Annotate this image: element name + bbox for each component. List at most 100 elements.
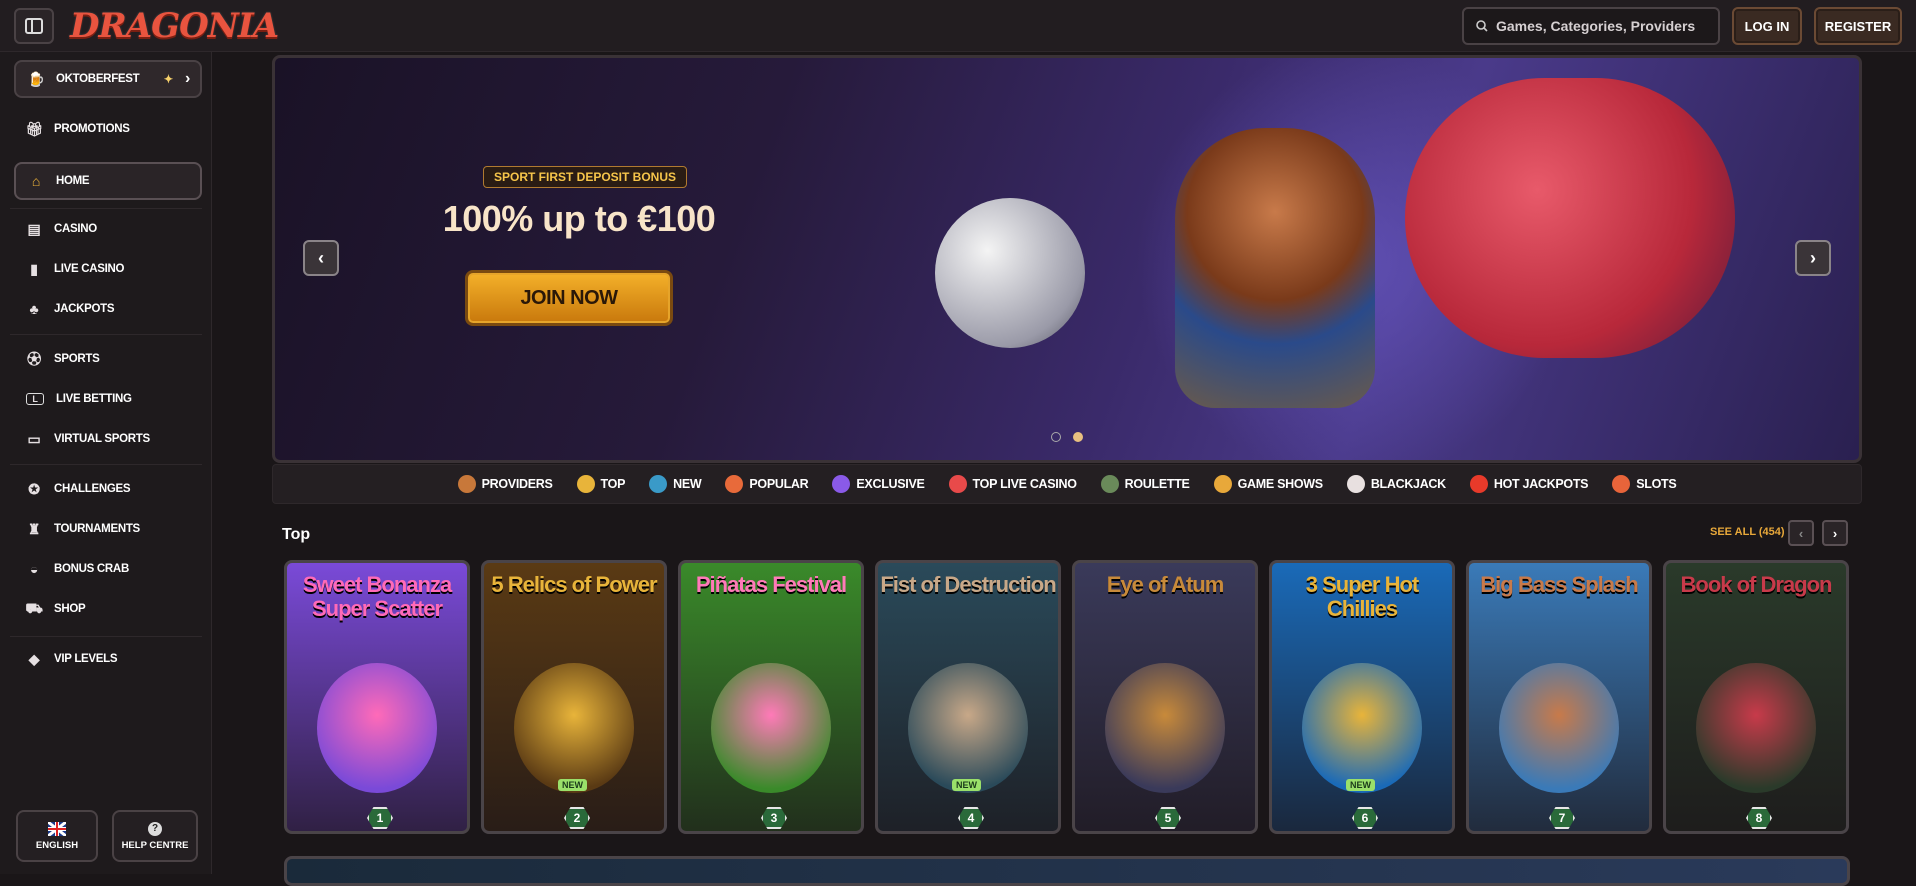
slot-machine-icon: ▤ (27, 220, 41, 237)
game-card[interactable]: Big Bass Splash 7 (1466, 560, 1652, 834)
trophy-icon: ♜ (27, 520, 41, 537)
search-input[interactable]: Games, Categories, Providers (1462, 7, 1720, 45)
dragonia-logo[interactable]: DRAGONIA (70, 6, 279, 46)
rank-badge: 8 (1746, 807, 1772, 829)
game-title: Sweet Bonanza Super Scatter (302, 572, 452, 621)
sidebar-item-oktoberfest[interactable]: 🍺 OKTOBERFEST ✦ › (14, 60, 202, 98)
see-all-link[interactable]: SEE ALL (454) (1710, 526, 1785, 538)
category-label: BLACKJACK (1370, 477, 1446, 491)
category-label: HOT JACKPOTS (1493, 477, 1589, 491)
rank-badge: 7 (1549, 807, 1575, 829)
game-card[interactable]: Fist of Destruction NEW 4 (875, 560, 1061, 834)
category-providers[interactable]: PROVIDERS (457, 475, 553, 493)
category-top-live-casino[interactable]: TOP LIVE CASINO (948, 475, 1077, 493)
category-label: PROVIDERS (481, 477, 553, 491)
game-artwork (1499, 663, 1619, 793)
search-icon (1476, 20, 1488, 32)
category-game-shows[interactable]: GAME SHOWS (1213, 475, 1323, 493)
sidebar-item-live-casino[interactable]: ▮ LIVE CASINO (14, 252, 202, 286)
sidebar-item-virtual-sports[interactable]: ▭ VIRTUAL SPORTS (14, 422, 202, 456)
top-bar: DRAGONIA Games, Categories, Providers LO… (0, 0, 1916, 52)
sidebar-item-bonus-crab[interactable]: ◒ BONUS CRAB (14, 552, 202, 586)
beer-icon: 🍺 (27, 70, 45, 87)
category-blackjack[interactable]: BLACKJACK (1346, 475, 1446, 493)
dragon-illustration (1405, 78, 1735, 358)
game-artwork (1696, 663, 1816, 793)
sidebar-item-tournaments[interactable]: ♜ TOURNAMENTS (14, 512, 202, 546)
dwarf-illustration (1175, 128, 1375, 408)
sidebar-item-label: SPORTS (54, 353, 100, 365)
sidebar-item-home[interactable]: ⌂ HOME (14, 162, 202, 200)
new-badge: NEW (558, 779, 587, 791)
sidebar-item-sports[interactable]: ⚽︎ SPORTS (14, 342, 202, 376)
carousel-next-button[interactable]: › (1822, 520, 1848, 546)
chevron-right-icon: › (1832, 525, 1838, 541)
sidebar-toggle-button[interactable] (14, 8, 54, 44)
category-hot-jackpots[interactable]: HOT JACKPOTS (1469, 475, 1589, 493)
ball-icon: ⚽︎ (27, 351, 41, 367)
game-card[interactable]: 5 Relics of Power NEW 2 (481, 560, 667, 834)
category-roulette[interactable]: ROULETTE (1100, 475, 1190, 493)
game-artwork (514, 663, 634, 793)
hero-banner[interactable]: SPORT FIRST DEPOSIT BONUS 100% up to €10… (272, 55, 1862, 463)
join-now-button[interactable]: JOIN NOW (465, 270, 673, 326)
category-bar: PROVIDERS TOP NEW POPULAR EXCLUSIVE TOP LIVE … (272, 464, 1862, 504)
category-new[interactable]: NEW (649, 475, 702, 493)
game-title: Fist of Destruction (880, 572, 1056, 597)
category-slots[interactable]: SLOTS (1612, 475, 1677, 493)
register-button[interactable]: REGISTER (1814, 7, 1902, 45)
sidebar-item-label: LIVE BETTING (56, 393, 132, 405)
language-label: ENGLISH (35, 839, 79, 851)
category-icon (1346, 475, 1365, 493)
next-section-banner (284, 856, 1850, 886)
chevron-left-icon: ‹ (1798, 525, 1804, 541)
game-card[interactable]: Eye of Atum 5 (1072, 560, 1258, 834)
uk-flag-icon (48, 821, 66, 836)
game-card[interactable]: Book of Dragon 8 (1663, 560, 1849, 834)
sidebar-item-shop[interactable]: ⛟ SHOP (14, 592, 202, 626)
game-title: Piñatas Festival (695, 572, 847, 597)
search-placeholder: Games, Categories, Providers (1496, 18, 1696, 34)
monitor-icon: ▭ (27, 430, 41, 447)
game-title: Book of Dragon (1680, 572, 1833, 597)
game-card[interactable]: Piñatas Festival 3 (678, 560, 864, 834)
category-exclusive[interactable]: EXCLUSIVE (832, 475, 925, 493)
category-label: POPULAR (749, 477, 809, 491)
new-badge: NEW (1346, 779, 1375, 791)
sidebar-item-live-betting[interactable]: L LIVE BETTING (14, 382, 202, 416)
sidebar-item-promotions[interactable]: 🎁︎ PROMOTIONS (14, 112, 202, 146)
sidebar-item-challenges[interactable]: ✪ CHALLENGES (14, 472, 202, 506)
category-icon (948, 475, 967, 493)
game-card[interactable]: 3 Super Hot Chillies NEW 6 (1269, 560, 1455, 834)
pagination-dot[interactable] (1051, 432, 1061, 442)
game-card[interactable]: Sweet Bonanza Super Scatter 1 (284, 560, 470, 834)
category-popular[interactable]: POPULAR (725, 475, 809, 493)
gift-icon: 🎁︎ (25, 120, 43, 137)
help-centre-button[interactable]: ? HELP CENTRE (112, 810, 198, 862)
sidebar-item-jackpots[interactable]: ♣ JACKPOTS (14, 292, 202, 326)
sparkle-icon: ✦ (163, 74, 174, 86)
sidebar-divider (10, 208, 202, 209)
pagination-dot-active[interactable] (1073, 432, 1083, 442)
new-badge: NEW (952, 779, 981, 791)
hero-prev-button[interactable]: ‹ (303, 240, 339, 276)
carousel-prev-button[interactable]: ‹ (1788, 520, 1814, 546)
hero-next-button[interactable]: › (1795, 240, 1831, 276)
chevron-right-icon: › (1810, 247, 1816, 268)
game-title: 5 Relics of Power (491, 572, 657, 597)
sidebar-divider (10, 334, 202, 335)
sidebar-item-casino[interactable]: ▤ CASINO (14, 212, 202, 246)
category-icon (457, 475, 476, 493)
sidebar-item-vip-levels[interactable]: ◆ VIP LEVELS (14, 642, 202, 676)
sidebar-item-label: VIP LEVELS (54, 653, 118, 665)
login-button[interactable]: LOG IN (1732, 7, 1802, 45)
sidebar-item-label: TOURNAMENTS (54, 523, 140, 535)
chevron-right-icon: › (184, 70, 190, 87)
rank-badge: 6 (1352, 807, 1378, 829)
game-title: Eye of Atum (1106, 572, 1225, 597)
category-icon (1612, 475, 1631, 493)
category-top[interactable]: TOP (576, 475, 625, 493)
rank-badge: 3 (761, 807, 787, 829)
rank-badge: 5 (1155, 807, 1181, 829)
language-button[interactable]: ENGLISH (16, 810, 98, 862)
